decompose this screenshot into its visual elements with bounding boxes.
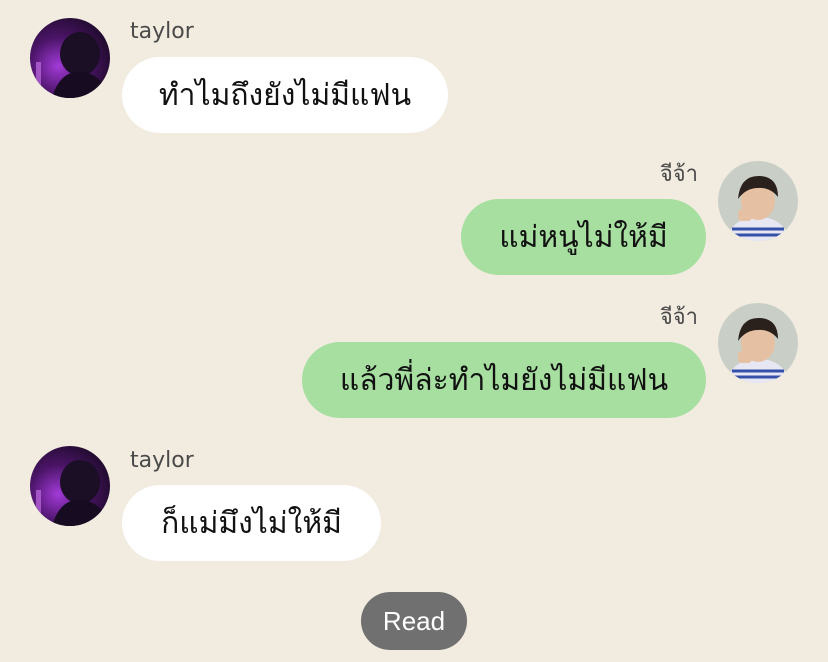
message-bubble-outgoing[interactable]: แม่หนูไม่ให้มี (461, 199, 706, 275)
sender-name-taylor: taylor (130, 19, 194, 44)
jija-avatar[interactable] (718, 161, 798, 241)
read-status-badge: Read (361, 592, 467, 650)
taylor-avatar-image (30, 18, 110, 98)
taylor-avatar[interactable] (30, 446, 110, 526)
taylor-avatar-image (30, 446, 110, 526)
jija-avatar-image (718, 161, 798, 241)
sender-name-jija: จีจ้า (659, 305, 698, 330)
message-bubble-outgoing[interactable]: แล้วพี่ล่ะทำไมยังไม่มีแฟน (302, 342, 706, 418)
message-bubble-incoming[interactable]: ทำไมถึงยังไม่มีแฟน (122, 57, 448, 133)
sender-name-taylor: taylor (130, 448, 194, 473)
taylor-avatar[interactable] (30, 18, 110, 98)
jija-avatar[interactable] (718, 303, 798, 383)
message-bubble-incoming[interactable]: ก็แม่มึงไม่ให้มี (122, 485, 381, 561)
sender-name-jija: จีจ้า (659, 162, 698, 187)
jija-avatar-image (718, 303, 798, 383)
